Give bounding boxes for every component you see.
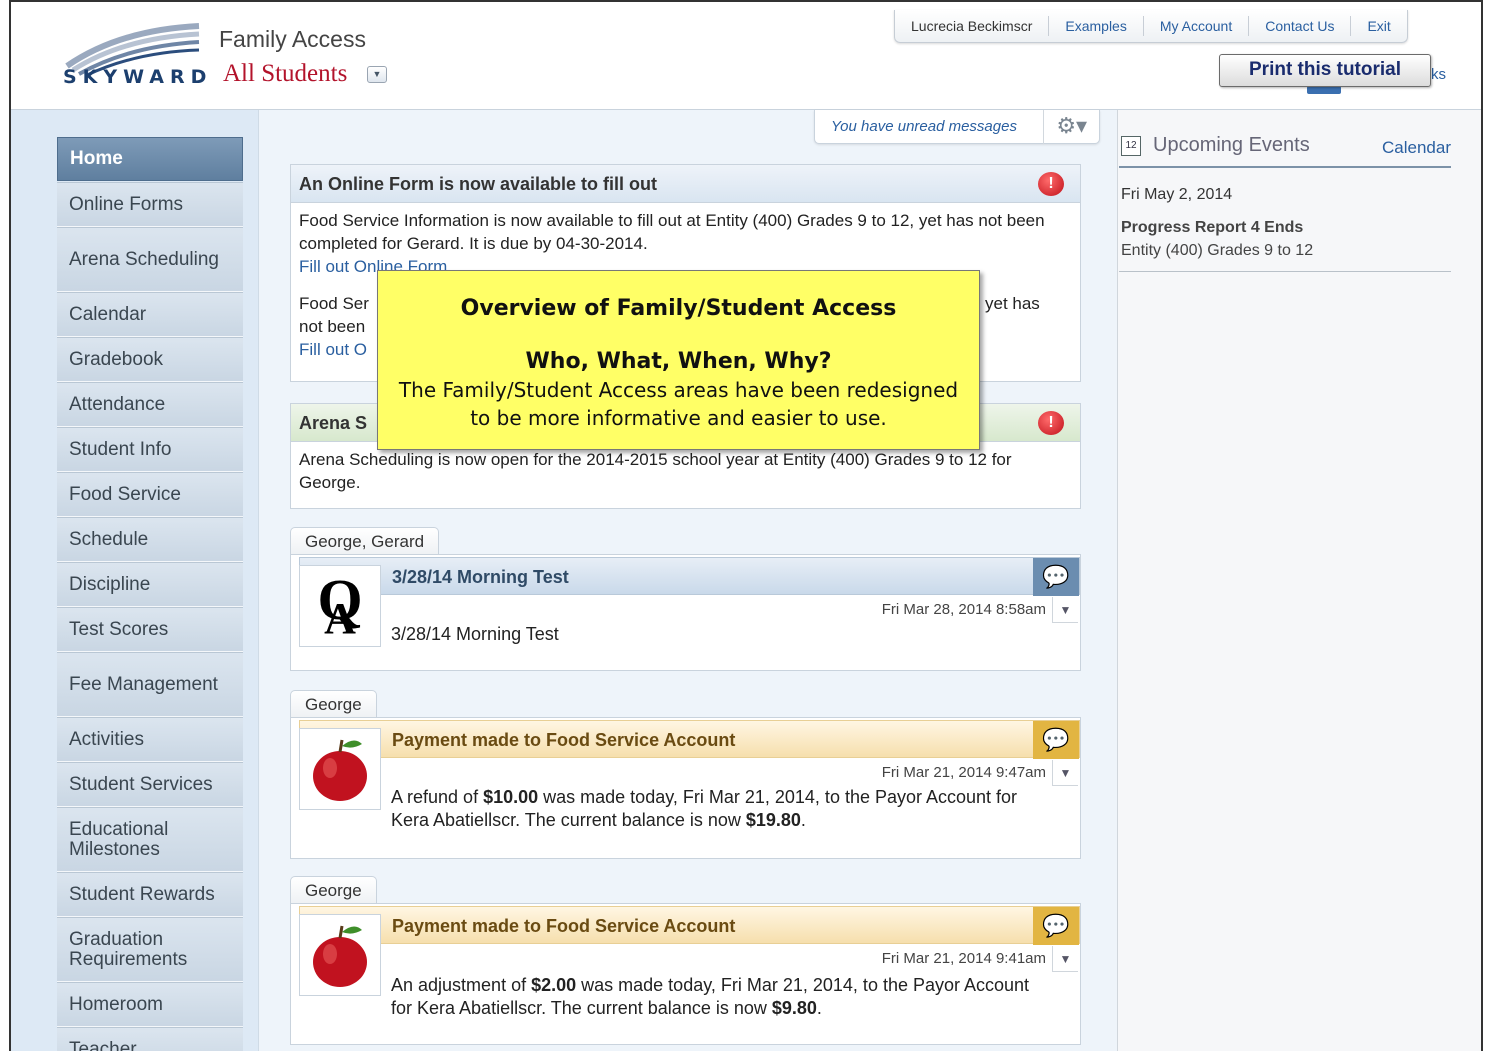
- obscured-link[interactable]: ks: [1431, 66, 1446, 83]
- svg-text:A: A: [324, 594, 356, 641]
- app-title: Family Access: [219, 26, 366, 52]
- feed-tab-george[interactable]: George: [290, 690, 377, 718]
- feed-item-title: Payment made to Food Service Account 💬: [299, 906, 1080, 945]
- feed-item: Payment made to Food Service Account 💬 F…: [290, 903, 1081, 1045]
- nav-schedule[interactable]: Schedule: [57, 517, 243, 562]
- nav-exit[interactable]: Exit: [1350, 16, 1406, 36]
- nav-student-info[interactable]: Student Info: [57, 427, 243, 472]
- nav-student-services[interactable]: Student Services: [57, 762, 243, 807]
- nav-attendance[interactable]: Attendance: [57, 382, 243, 427]
- online-form-text-1: Food Service Information is now availabl…: [299, 211, 1045, 253]
- alert-icon: !: [1038, 172, 1064, 196]
- nav-educational-milestones[interactable]: Educational Milestones: [57, 807, 243, 872]
- apple-thumbnail: [299, 728, 381, 810]
- unread-messages-link[interactable]: You have unread messages: [815, 118, 1043, 135]
- feed-item-text: 3/28/14 Morning Test: [391, 624, 559, 644]
- online-form-title: An Online Form is now available to fill …: [291, 165, 1080, 203]
- event-name[interactable]: Progress Report 4 Ends: [1121, 219, 1303, 237]
- upcoming-events-header: 12 Upcoming Events Calendar: [1119, 130, 1451, 168]
- nav-graduation-requirements[interactable]: Graduation Requirements: [57, 917, 243, 982]
- comment-bubble-icon[interactable]: 💬: [1033, 558, 1079, 596]
- calendar-icon: 12: [1121, 136, 1141, 156]
- nav-food-service[interactable]: Food Service: [57, 472, 243, 517]
- user-name: Lucrecia Beckimscr: [911, 18, 1033, 34]
- event-date: Fri May 2, 2014: [1121, 186, 1233, 203]
- feed-item: Payment made to Food Service Account 💬 F…: [290, 717, 1081, 859]
- feed-item-time: Fri Mar 28, 2014 8:58am: [881, 601, 1046, 618]
- nav-arena-scheduling[interactable]: Arena Scheduling: [57, 227, 243, 292]
- comment-bubble-icon[interactable]: 💬: [1033, 721, 1079, 759]
- nav-calendar[interactable]: Calendar: [57, 292, 243, 337]
- chevron-down-icon[interactable]: ▼: [1052, 597, 1078, 623]
- tutorial-callout: Overview of Family/Student Access Who, W…: [377, 270, 980, 450]
- nav-online-forms[interactable]: Online Forms: [57, 182, 243, 227]
- school-logo-icon: Q A: [317, 571, 362, 641]
- nav-examples[interactable]: Examples: [1048, 16, 1142, 36]
- chevron-down-icon[interactable]: ▼: [367, 66, 387, 83]
- callout-title: Overview of Family/Student Access: [460, 296, 897, 321]
- feed-item: 3/28/14 Morning Test 💬 Q A Fri Mar 28, 2…: [290, 554, 1081, 671]
- feed-item-time: Fri Mar 21, 2014 9:47am: [881, 764, 1046, 781]
- feed-item-time: Fri Mar 21, 2014 9:41am: [881, 950, 1046, 967]
- feed-item-text: An adjustment of $2.00 was made today, F…: [391, 975, 1030, 1018]
- app-window: SKYWARD Family Access All Students ▼ Luc…: [9, 0, 1483, 1051]
- nav-contact-us[interactable]: Contact Us: [1248, 16, 1350, 36]
- nav-home[interactable]: Home: [57, 137, 243, 181]
- feed-tab-george[interactable]: George: [290, 876, 377, 904]
- feed-item-title-text: Payment made to Food Service Account: [392, 916, 736, 936]
- arena-body: Arena Scheduling is now open for the 201…: [299, 450, 1012, 492]
- calendar-link[interactable]: Calendar: [1382, 138, 1451, 158]
- feed-item-title: Payment made to Food Service Account 💬: [299, 720, 1080, 759]
- school-logo-thumbnail: Q A: [299, 565, 381, 647]
- feed-item-text: A refund of $10.00 was made today, Fri M…: [391, 787, 1018, 830]
- callout-body-line: to be more informative and easier to use…: [470, 406, 887, 430]
- student-selector[interactable]: All Students: [223, 60, 347, 88]
- feed-item-title: 3/28/14 Morning Test 💬: [299, 557, 1080, 596]
- nav-fee-management[interactable]: Fee Management: [57, 652, 243, 717]
- apple-thumbnail: [299, 914, 381, 996]
- comment-bubble-icon[interactable]: 💬: [1033, 907, 1079, 945]
- print-tutorial-button[interactable]: Print this tutorial: [1219, 54, 1431, 87]
- online-form-text-2: Food Ser: [299, 294, 369, 313]
- message-bar: You have unread messages ⚙▾: [814, 109, 1100, 144]
- event-location: Entity (400) Grades 9 to 12: [1121, 242, 1314, 259]
- header: SKYWARD Family Access All Students ▼ Luc…: [11, 2, 1481, 110]
- online-form-title-text: An Online Form is now available to fill …: [299, 174, 658, 194]
- left-nav: Home Online Forms Arena Scheduling Calen…: [11, 110, 259, 1051]
- nav-teacher[interactable]: Teacher: [57, 1027, 243, 1051]
- feed-item-title-text: Payment made to Food Service Account: [392, 730, 736, 750]
- apple-icon: [313, 739, 367, 801]
- obscured-button: [1307, 86, 1341, 94]
- chevron-down-icon[interactable]: ▼: [1052, 760, 1078, 786]
- top-nav: Lucrecia Beckimscr Examples My Account C…: [894, 10, 1408, 43]
- apple-icon: [313, 925, 367, 987]
- nav-student-rewards[interactable]: Student Rewards: [57, 872, 243, 917]
- chevron-down-icon[interactable]: ▼: [1052, 946, 1078, 972]
- skyward-logo: [65, 23, 200, 78]
- divider: [1119, 271, 1451, 272]
- gear-icon[interactable]: ⚙▾: [1043, 109, 1099, 144]
- nav-homeroom[interactable]: Homeroom: [57, 982, 243, 1027]
- nav-discipline[interactable]: Discipline: [57, 562, 243, 607]
- callout-body: The Family/Student Access areas have bee…: [378, 376, 979, 432]
- callout-subtitle: Who, What, When, Why?: [525, 349, 832, 374]
- alert-icon: !: [1038, 411, 1064, 435]
- nav-test-scores[interactable]: Test Scores: [57, 607, 243, 652]
- feed-item-title-text: 3/28/14 Morning Test: [392, 567, 569, 587]
- logo-text: SKYWARD: [63, 66, 213, 88]
- callout-body-line: The Family/Student Access areas have bee…: [398, 378, 959, 402]
- upcoming-events-title: Upcoming Events: [1153, 134, 1310, 156]
- nav-my-account[interactable]: My Account: [1142, 16, 1248, 36]
- feed-tab-george-gerard[interactable]: George, Gerard: [290, 527, 440, 555]
- arena-title-text: Arena S: [299, 413, 368, 433]
- online-form-text-2-end: yet has: [985, 294, 1040, 313]
- nav-gradebook[interactable]: Gradebook: [57, 337, 243, 382]
- nav-activities[interactable]: Activities: [57, 717, 243, 762]
